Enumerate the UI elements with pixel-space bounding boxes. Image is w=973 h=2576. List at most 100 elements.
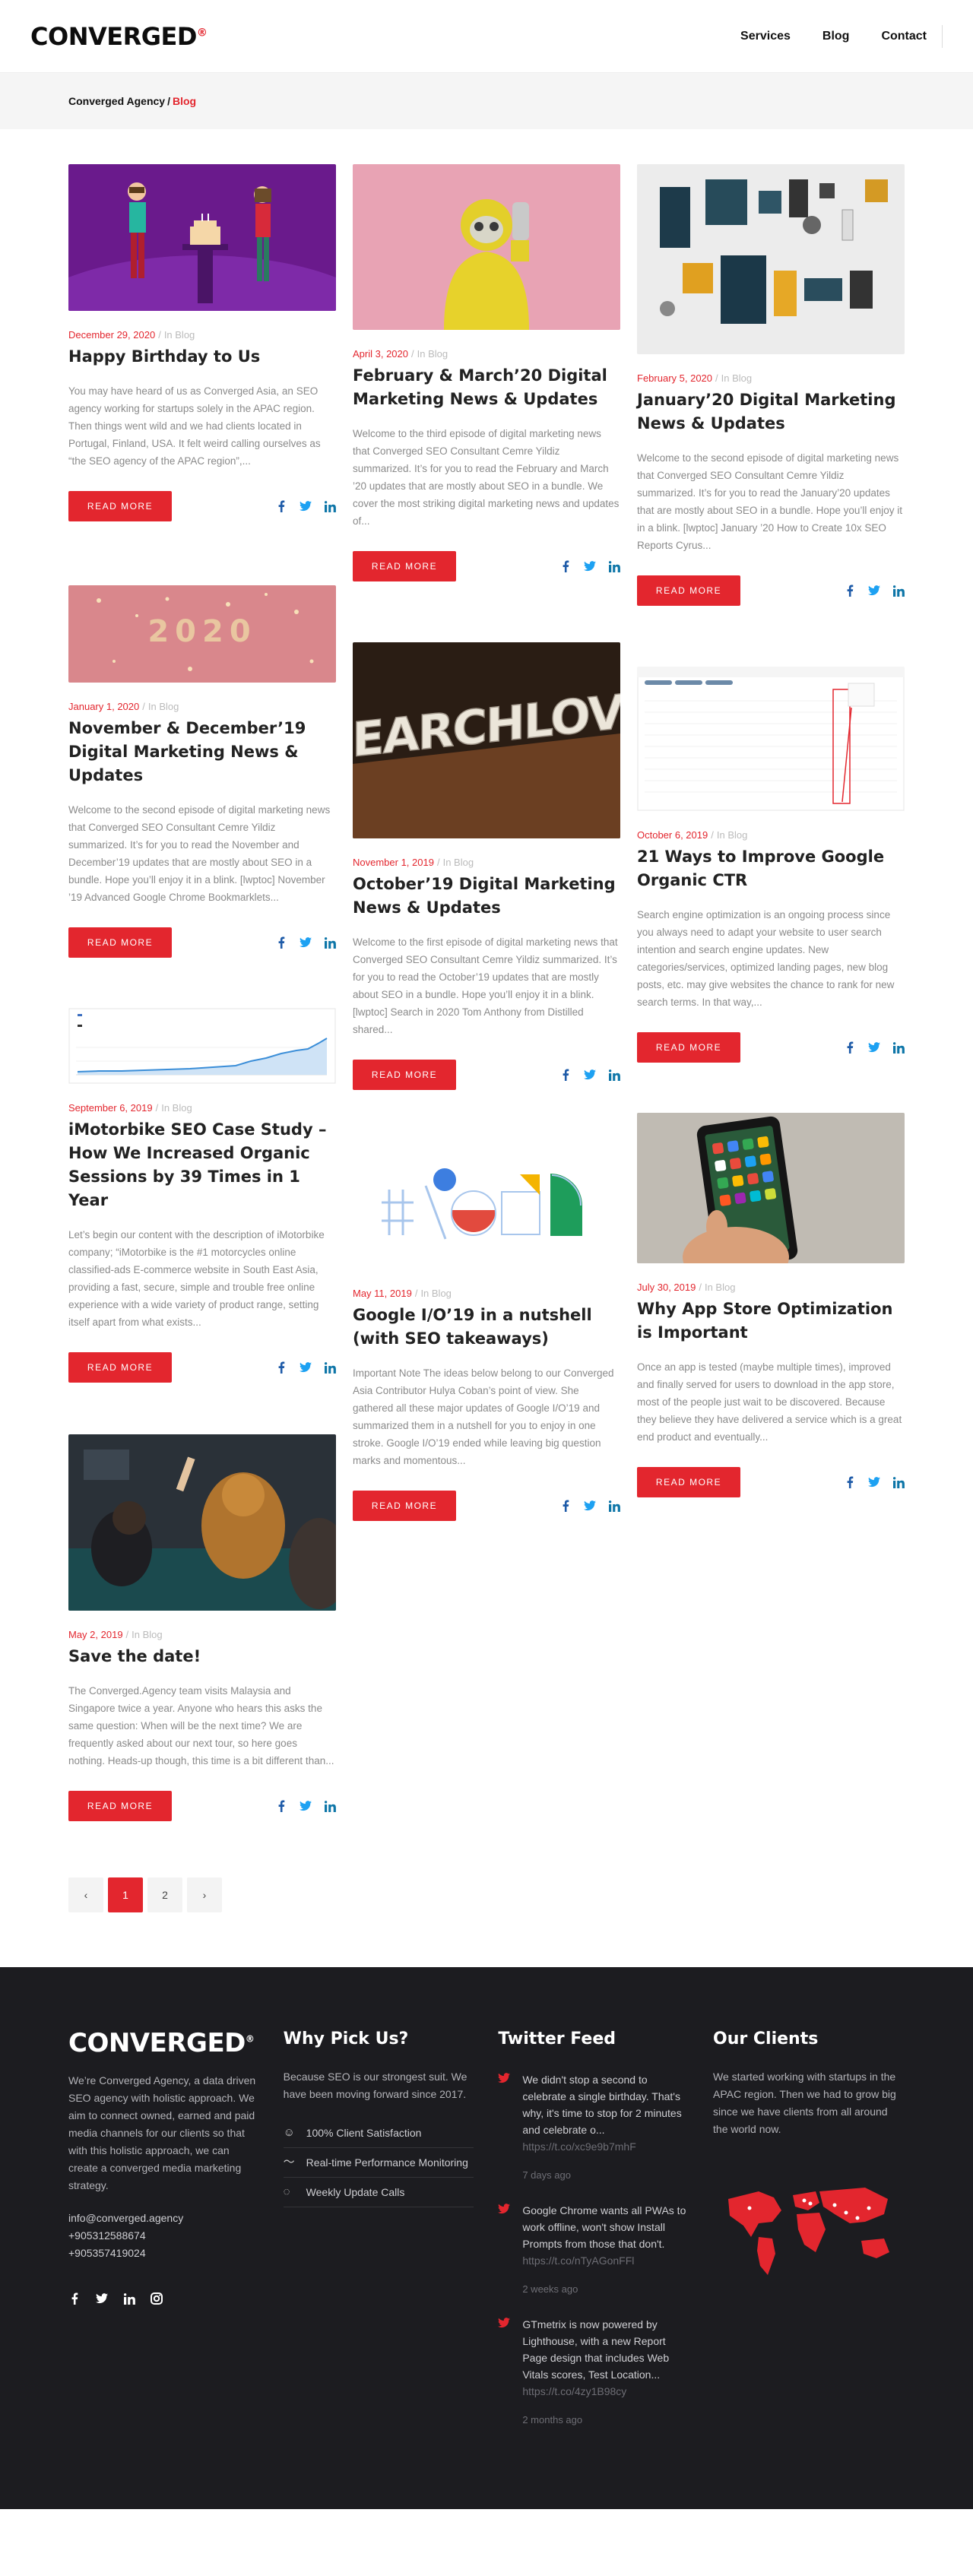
- post-date[interactable]: January 1, 2020: [68, 701, 139, 712]
- post-date[interactable]: October 6, 2019: [637, 829, 708, 841]
- twitter-share-icon[interactable]: [868, 1476, 880, 1488]
- post-image[interactable]: SEARCHLOVE: [353, 642, 620, 838]
- twitter-share-icon[interactable]: [584, 1500, 596, 1512]
- linkedin-share-icon[interactable]: [892, 1041, 905, 1054]
- linkedin-share-icon[interactable]: [892, 1476, 905, 1488]
- post-date[interactable]: May 11, 2019: [353, 1288, 412, 1299]
- post-title[interactable]: Google I/O’19 in a nutshell (with SEO ta…: [353, 1304, 620, 1351]
- post-category[interactable]: In Blog: [721, 372, 752, 384]
- pagination-page-2[interactable]: 2: [147, 1877, 182, 1912]
- twitter-share-icon[interactable]: [584, 1069, 596, 1081]
- post-title[interactable]: Save the date!: [68, 1645, 336, 1668]
- post-title[interactable]: November & December’19 Digital Marketing…: [68, 717, 336, 787]
- linkedin-share-icon[interactable]: [608, 1069, 620, 1081]
- twitter-share-icon[interactable]: [868, 1041, 880, 1054]
- post-image[interactable]: [637, 1113, 905, 1263]
- post-title[interactable]: October’19 Digital Marketing News & Upda…: [353, 873, 620, 920]
- facebook-share-icon[interactable]: [559, 1500, 572, 1512]
- instagram-icon[interactable]: [151, 2292, 163, 2305]
- read-more-button[interactable]: READ MORE: [68, 1352, 172, 1383]
- read-more-button[interactable]: READ MORE: [353, 1060, 456, 1090]
- site-logo[interactable]: CONVERGED®: [30, 22, 208, 51]
- read-more-button[interactable]: READ MORE: [68, 491, 172, 521]
- post-image[interactable]: [68, 1434, 336, 1611]
- post-category[interactable]: In Blog: [717, 829, 747, 841]
- linkedin-share-icon[interactable]: [608, 560, 620, 572]
- linkedin-share-icon[interactable]: [892, 585, 905, 597]
- facebook-icon[interactable]: [68, 2292, 81, 2305]
- post-date[interactable]: April 3, 2020: [353, 348, 408, 360]
- post-image[interactable]: [637, 164, 905, 354]
- facebook-share-icon[interactable]: [844, 1041, 856, 1054]
- post-date[interactable]: July 30, 2019: [637, 1282, 696, 1293]
- post-title[interactable]: Why App Store Optimization is Important: [637, 1298, 905, 1345]
- facebook-share-icon[interactable]: [559, 560, 572, 572]
- read-more-button[interactable]: READ MORE: [637, 575, 740, 606]
- post-category[interactable]: In Blog: [443, 857, 474, 868]
- read-more-button[interactable]: READ MORE: [68, 927, 172, 958]
- post-category[interactable]: In Blog: [161, 1102, 192, 1114]
- linkedin-share-icon[interactable]: [324, 1800, 336, 1812]
- post-image[interactable]: [353, 164, 620, 330]
- facebook-share-icon[interactable]: [275, 500, 287, 512]
- twitter-share-icon[interactable]: [868, 585, 880, 597]
- nav-services[interactable]: Services: [740, 25, 791, 48]
- post-category[interactable]: In Blog: [420, 1288, 451, 1299]
- post-category[interactable]: In Blog: [705, 1282, 735, 1293]
- linkedin-share-icon[interactable]: [608, 1500, 620, 1512]
- twitter-share-icon[interactable]: [300, 1361, 312, 1374]
- post-image[interactable]: 2020: [68, 585, 336, 683]
- breadcrumb-home[interactable]: Converged Agency: [68, 95, 165, 107]
- read-more-button[interactable]: READ MORE: [637, 1032, 740, 1063]
- facebook-share-icon[interactable]: [559, 1069, 572, 1081]
- post-date[interactable]: November 1, 2019: [353, 857, 434, 868]
- facebook-share-icon[interactable]: [844, 1476, 856, 1488]
- twitter-share-icon[interactable]: [300, 1800, 312, 1812]
- post-title[interactable]: January’20 Digital Marketing News & Upda…: [637, 388, 905, 436]
- post-image[interactable]: [68, 1008, 336, 1084]
- footer-email[interactable]: info@converged.agency: [68, 2210, 259, 2227]
- twitter-share-icon[interactable]: [300, 936, 312, 949]
- tweet-link[interactable]: https://t.co/4zy1B98cy: [522, 2383, 689, 2400]
- post-category[interactable]: In Blog: [417, 348, 448, 360]
- linkedin-share-icon[interactable]: [324, 500, 336, 512]
- post-title[interactable]: 21 Ways to Improve Google Organic CTR: [637, 845, 905, 892]
- linkedin-share-icon[interactable]: [324, 1361, 336, 1374]
- pagination-next[interactable]: ›: [187, 1877, 222, 1912]
- post-title[interactable]: Happy Birthday to Us: [68, 345, 336, 369]
- footer-phone-2[interactable]: +905357419024: [68, 2245, 259, 2262]
- twitter-icon[interactable]: [96, 2292, 108, 2305]
- post-date[interactable]: December 29, 2020: [68, 329, 155, 341]
- linkedin-share-icon[interactable]: [324, 936, 336, 949]
- facebook-share-icon[interactable]: [275, 936, 287, 949]
- post-category[interactable]: In Blog: [148, 701, 179, 712]
- footer-logo[interactable]: CONVERGED®: [68, 2028, 259, 2058]
- pagination-page-1[interactable]: 1: [108, 1877, 143, 1912]
- facebook-share-icon[interactable]: [275, 1800, 287, 1812]
- tweet-link[interactable]: https://t.co/nTyAGonFFl: [522, 2252, 689, 2269]
- tweet-link[interactable]: https://t.co/xc9e9b7mhF: [522, 2138, 689, 2155]
- footer-phone-1[interactable]: +905312588674: [68, 2227, 259, 2245]
- twitter-share-icon[interactable]: [300, 500, 312, 512]
- post-date[interactable]: May 2, 2019: [68, 1629, 123, 1640]
- read-more-button[interactable]: READ MORE: [68, 1791, 172, 1821]
- post-date[interactable]: February 5, 2020: [637, 372, 712, 384]
- post-category[interactable]: In Blog: [164, 329, 195, 341]
- post-category[interactable]: In Blog: [132, 1629, 162, 1640]
- read-more-button[interactable]: READ MORE: [353, 551, 456, 581]
- post-title[interactable]: iMotorbike SEO Case Study – How We Incre…: [68, 1118, 336, 1212]
- linkedin-icon[interactable]: [123, 2292, 135, 2305]
- read-more-button[interactable]: READ MORE: [637, 1467, 740, 1497]
- twitter-share-icon[interactable]: [584, 560, 596, 572]
- facebook-share-icon[interactable]: [275, 1361, 287, 1374]
- post-title[interactable]: February & March’20 Digital Marketing Ne…: [353, 364, 620, 411]
- post-image[interactable]: [68, 164, 336, 311]
- pagination-prev[interactable]: ‹: [68, 1877, 103, 1912]
- post-image[interactable]: [353, 1140, 620, 1269]
- post-date[interactable]: September 6, 2019: [68, 1102, 153, 1114]
- read-more-button[interactable]: READ MORE: [353, 1491, 456, 1521]
- nav-contact[interactable]: Contact: [881, 25, 927, 48]
- facebook-share-icon[interactable]: [844, 585, 856, 597]
- nav-blog[interactable]: Blog: [822, 25, 850, 48]
- post-image[interactable]: [637, 667, 905, 811]
